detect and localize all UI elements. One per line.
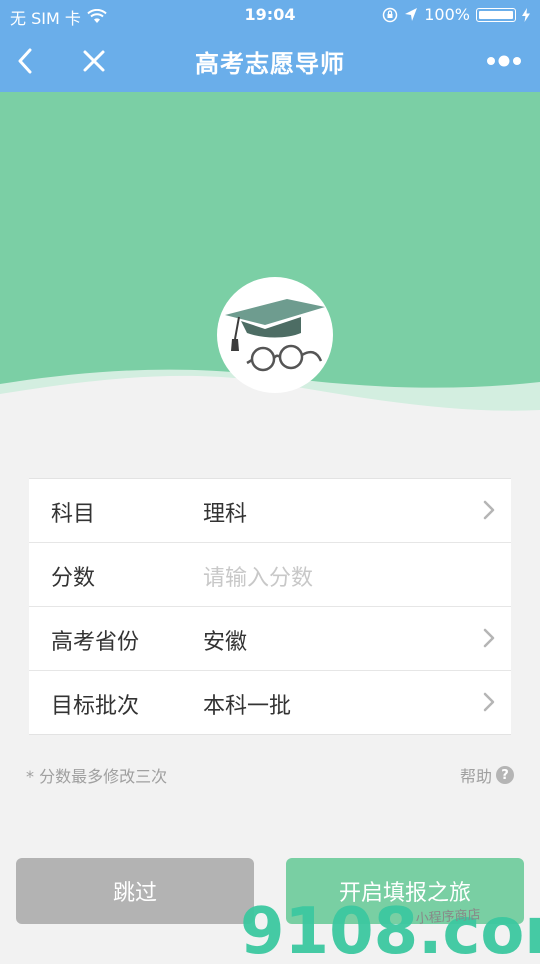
battery-percent: 100% <box>424 5 470 24</box>
help-link[interactable]: 帮助 ? <box>460 763 514 787</box>
help-label: 帮助 <box>459 767 492 786</box>
charging-icon <box>522 7 530 22</box>
orientation-lock-icon <box>383 7 398 22</box>
watermark-logo: 9108.com 小程序商店 <box>240 895 540 964</box>
watermark-text: 9108.com <box>240 895 540 960</box>
graduation-cap-icon <box>225 299 325 372</box>
chevron-right-icon <box>483 500 495 520</box>
subject-label: 科目 <box>51 502 96 527</box>
batch-value: 本科一批 <box>203 694 292 719</box>
avatar <box>217 277 333 393</box>
question-icon: ? <box>496 766 514 784</box>
top-bar: 无 SIM 卡 19:04 100% 高考志愿导师 <box>0 0 540 92</box>
province-label: 高考省份 <box>51 630 140 655</box>
nav-bar: 高考志愿导师 <box>0 30 540 92</box>
score-label: 分数 <box>51 566 96 591</box>
province-value: 安徽 <box>203 630 248 655</box>
score-edit-note: * 分数最多修改三次 <box>26 767 168 786</box>
province-row[interactable]: 高考省份 安徽 <box>29 607 511 671</box>
batch-row[interactable]: 目标批次 本科一批 <box>29 671 511 734</box>
more-dots-icon <box>487 55 521 67</box>
chevron-right-icon <box>483 692 495 712</box>
watermark: 9108.com 小程序商店 <box>240 885 540 964</box>
more-button[interactable] <box>486 44 522 78</box>
score-row[interactable]: 分数 请输入分数 <box>29 543 511 607</box>
battery-icon <box>476 7 516 22</box>
subject-row[interactable]: 科目 理科 <box>29 479 511 543</box>
batch-label: 目标批次 <box>51 694 140 719</box>
chevron-right-icon <box>483 628 495 648</box>
location-icon <box>405 7 418 21</box>
score-input[interactable]: 请输入分数 <box>203 560 313 592</box>
page-title: 高考志愿导师 <box>195 50 345 78</box>
subject-value: 理科 <box>203 502 248 527</box>
profile-form: 科目 理科 分数 请输入分数 高考省份 安徽 目标批次 本科一批 <box>29 478 511 735</box>
status-bar: 无 SIM 卡 19:04 100% <box>0 0 540 30</box>
skip-button[interactable]: 跳过 <box>16 858 254 924</box>
